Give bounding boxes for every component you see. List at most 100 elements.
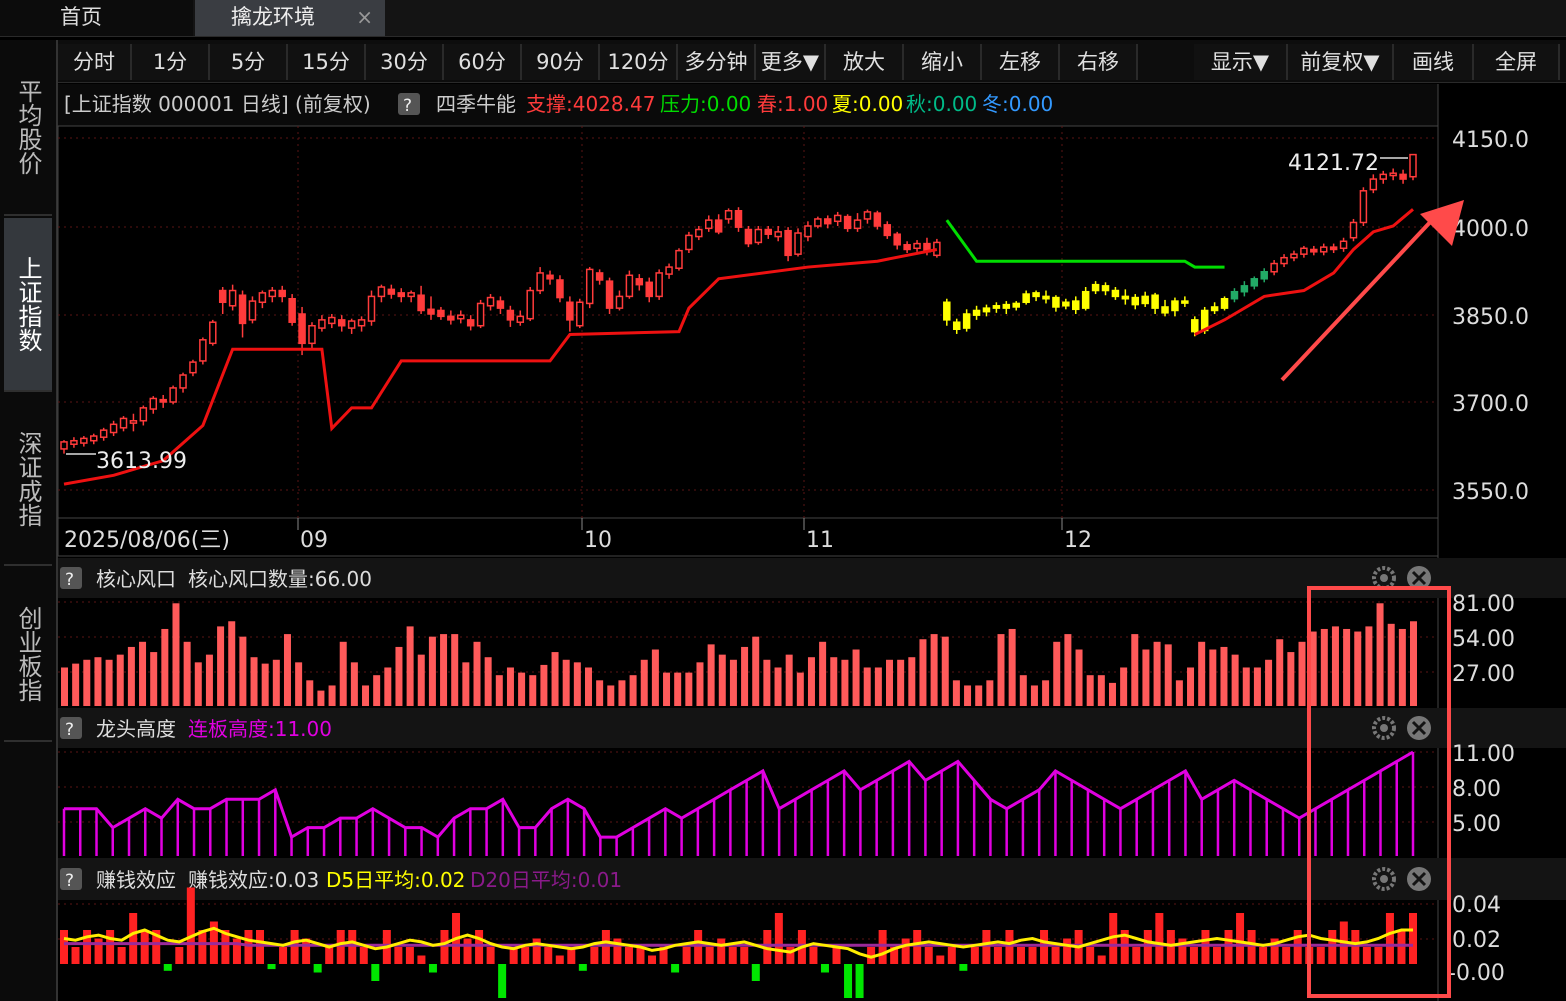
- candle-body: [476, 302, 485, 327]
- y-tick: 3850.0: [1452, 305, 1529, 330]
- profit-effect-bar: [855, 964, 864, 998]
- wind-count-bar: [752, 636, 760, 706]
- wind-count-bar: [406, 626, 414, 706]
- low-price-label: 3613.99: [96, 449, 187, 474]
- y-tick: 27.00: [1452, 662, 1515, 687]
- wind-count-bar: [1131, 634, 1139, 706]
- profit-effect-bar: [717, 938, 726, 964]
- y-tick: -0.00: [1448, 961, 1505, 986]
- security-title: [上证指数 000001 日线] (前复权): [64, 92, 371, 116]
- profit-effect-bar: [521, 947, 530, 964]
- candle-body: [1250, 278, 1259, 287]
- candle-body: [139, 407, 148, 422]
- wind-count-bar: [529, 675, 537, 706]
- y-tick: 0.04: [1452, 893, 1501, 918]
- candle-body: [357, 319, 366, 327]
- profit-effect-bar: [982, 930, 991, 964]
- profit-effect-bar: [1236, 913, 1245, 964]
- profit-effect-bar: [1166, 930, 1175, 964]
- wind-count-bar: [1108, 682, 1116, 706]
- close-icon[interactable]: [1407, 716, 1431, 740]
- candle-body: [893, 233, 901, 246]
- panel2-y-axis: 11.00 8.00 5.00: [1452, 742, 1515, 837]
- help-icon-panel2-glyph: ?: [65, 720, 74, 740]
- candle-body: [199, 339, 207, 362]
- wind-count-bar: [1075, 649, 1083, 706]
- profit-effect-bar: [186, 887, 195, 964]
- wind-count-bar: [1287, 652, 1295, 706]
- candle-body: [109, 423, 118, 434]
- help-icon-panel3-glyph: ?: [65, 871, 74, 891]
- wind-count-bar: [796, 672, 804, 706]
- wind-count-bar: [440, 634, 448, 706]
- profit-effect-bar: [1247, 930, 1256, 964]
- profit-effect-bar: [290, 930, 299, 964]
- candle-body: [1280, 256, 1288, 265]
- profit-effect-bar: [348, 930, 357, 964]
- candle-body: [1230, 290, 1239, 300]
- wind-count-bar: [696, 662, 704, 706]
- y-tick: 0.02: [1452, 928, 1501, 953]
- profit-effect-bar: [936, 955, 945, 964]
- profit-effect-bar: [175, 947, 184, 964]
- candle-body: [972, 309, 981, 316]
- panel1-name: 核心风口: [96, 567, 176, 591]
- candle-body: [1161, 306, 1169, 314]
- candle-body: [189, 361, 197, 374]
- y-tick: 81.00: [1452, 592, 1515, 617]
- profit-effect-bar: [947, 947, 956, 964]
- candle-body: [129, 420, 138, 424]
- candle-body: [1121, 295, 1130, 300]
- profit-effect-bar: [1051, 947, 1060, 964]
- panel2-value: 连板高度:11.00: [188, 717, 332, 741]
- profit-effect-bar: [993, 947, 1002, 964]
- wind-count-bar: [1298, 641, 1306, 706]
- profit-effect-bar: [1063, 938, 1072, 964]
- wind-count-bar: [484, 657, 492, 706]
- candle-body: [754, 228, 763, 244]
- candle-body: [982, 307, 991, 313]
- profit-effect-bar: [1212, 947, 1221, 964]
- profit-effect-bar: [1409, 913, 1417, 964]
- profit-effect-bar: [578, 964, 587, 971]
- candle-body: [675, 249, 683, 269]
- profit-effect-bar: [267, 964, 276, 970]
- candle-body: [417, 294, 425, 312]
- candle-body: [149, 397, 158, 410]
- wind-count-bar: [685, 672, 693, 706]
- profit-effect-bar: [256, 930, 265, 964]
- wind-count-bar: [807, 657, 815, 706]
- candle-body: [685, 234, 693, 251]
- profit-effect-bar: [924, 947, 933, 964]
- candle-body: [60, 441, 68, 450]
- profit-effect-bar: [970, 947, 979, 964]
- candle-body: [90, 435, 98, 442]
- wind-count-bar: [250, 657, 258, 706]
- chart-canvas: [上证指数 000001 日线] (前复权) ? 四季牛能 支撑:4028.47…: [57, 84, 1566, 1001]
- candle-body: [506, 309, 515, 321]
- wind-count-bar: [607, 685, 615, 706]
- candle-body: [1210, 306, 1219, 312]
- wind-count-bar: [919, 639, 927, 706]
- wind-count-bar: [228, 621, 236, 706]
- profit-effect-bar: [878, 930, 887, 964]
- wind-count-bar: [841, 659, 849, 706]
- profit-effect-bar: [371, 964, 380, 981]
- profit-effect-bar: [313, 964, 322, 973]
- wind-count-bar: [283, 634, 291, 706]
- profit-effect-bar: [1328, 930, 1337, 964]
- candle-body: [1171, 300, 1179, 312]
- wind-count-bar: [741, 646, 749, 706]
- candle-body: [308, 324, 316, 345]
- candle-body: [1151, 294, 1159, 309]
- month-label-10: 10: [584, 528, 612, 553]
- wind-count-bar: [1376, 603, 1384, 706]
- candle-body: [169, 387, 177, 403]
- pressure-value: 压力:0.00: [660, 92, 751, 116]
- close-icon[interactable]: [1407, 867, 1431, 891]
- panel3-d20: D20日平均:0.01: [470, 868, 622, 892]
- wind-count-bar: [1320, 628, 1328, 706]
- panel3-d5: D5日平均:0.02: [326, 868, 465, 892]
- candle-body: [605, 280, 614, 309]
- wind-count-bar: [584, 667, 592, 706]
